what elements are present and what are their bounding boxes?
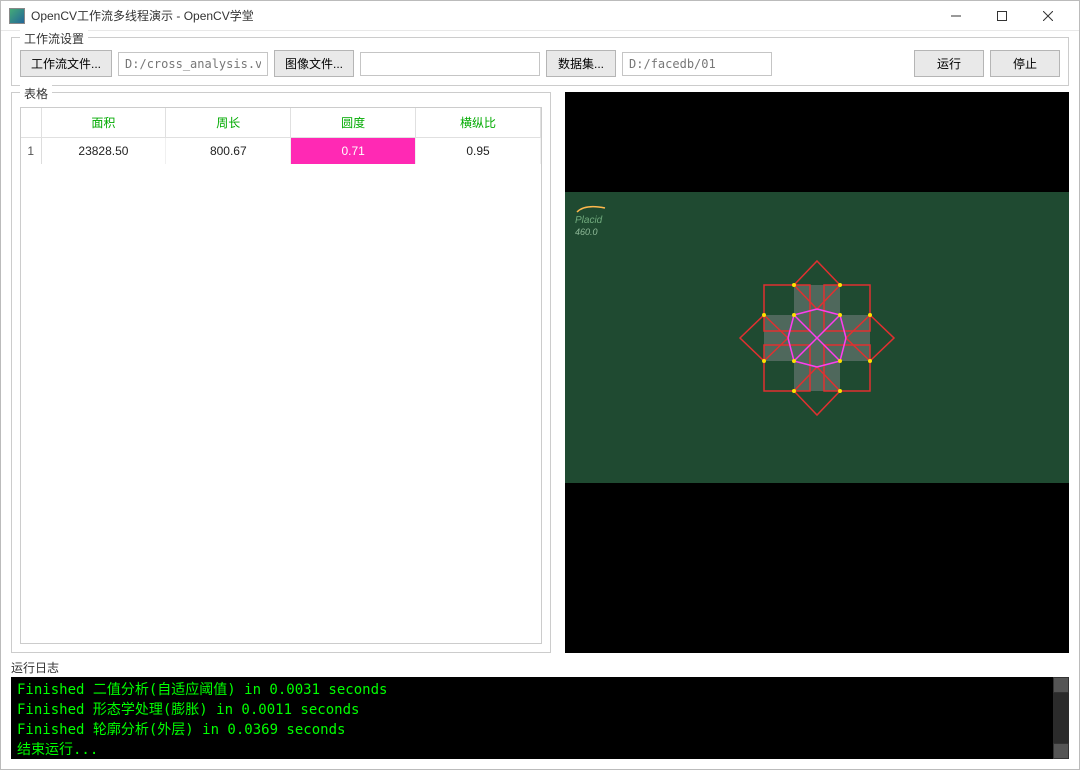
app-window: OpenCV工作流多线程演示 - OpenCV学堂 工作流设置 工作流文件...… [0,0,1080,770]
col-aspect[interactable]: 横纵比 [416,108,541,138]
table-row[interactable]: 123828.50800.670.710.95 [21,138,541,165]
image-canvas: Placid 460.0 [565,192,1069,483]
table-group: 表格 面积 周长 圆度 横纵比 [11,92,551,653]
log-legend: 运行日志 [11,661,59,675]
table-cell: 0.71 [291,138,416,165]
settings-row: 工作流文件... 图像文件... 数据集... 运行 停止 [20,50,1060,77]
watermark-line2: 460.0 [575,227,615,239]
log-line: Finished 二值分析(自适应阈值) in 0.0031 seconds [17,679,1063,699]
workflow-settings-group: 工作流设置 工作流文件... 图像文件... 数据集... 运行 停止 [11,37,1069,86]
log-group: 运行日志 Finished 二值分析(自适应阈值) in 0.0031 seco… [11,659,1069,759]
close-button[interactable] [1025,1,1071,31]
window-title: OpenCV工作流多线程演示 - OpenCV学堂 [31,7,933,24]
maximize-icon [997,11,1007,21]
run-button[interactable]: 运行 [914,50,984,77]
maximize-button[interactable] [979,1,1025,31]
row-index: 1 [21,138,41,165]
image-file-button[interactable]: 图像文件... [274,50,354,77]
dataset-input[interactable] [622,52,772,76]
minimize-button[interactable] [933,1,979,31]
workflow-settings-legend: 工作流设置 [20,30,88,47]
scroll-up-icon[interactable] [1053,677,1069,693]
col-area[interactable]: 面积 [41,108,166,138]
minimize-icon [951,11,961,21]
workflow-file-input[interactable] [118,52,268,76]
col-perimeter[interactable]: 周长 [166,108,291,138]
log-line: Finished 轮廓分析(外层) in 0.0369 seconds [17,719,1063,739]
image-file-input[interactable] [360,52,540,76]
table-cell: 0.95 [416,138,541,165]
watermark-swoosh-icon [575,202,615,214]
log-console[interactable]: Finished 二值分析(自适应阈值) in 0.0031 secondsFi… [11,677,1069,759]
content-area: 工作流设置 工作流文件... 图像文件... 数据集... 运行 停止 表格 [1,31,1079,769]
table-legend: 表格 [20,85,52,102]
titlebar: OpenCV工作流多线程演示 - OpenCV学堂 [1,1,1079,31]
left-pane: 表格 面积 周长 圆度 横纵比 [11,92,551,653]
table-cell: 800.67 [166,138,291,165]
app-icon [9,8,25,24]
stop-button[interactable]: 停止 [990,50,1060,77]
results-table: 面积 周长 圆度 横纵比 123828.50800.670.710.95 [21,108,541,164]
table-corner [21,108,41,138]
image-preview: Placid 460.0 [565,92,1069,653]
results-table-wrap: 面积 周长 圆度 横纵比 123828.50800.670.710.95 [20,107,542,644]
table-cell: 23828.50 [41,138,166,165]
col-circularity[interactable]: 圆度 [291,108,416,138]
log-line: 结束运行... [17,739,1063,759]
scroll-down-icon[interactable] [1053,743,1069,759]
detected-shape-overlay [732,253,902,423]
workflow-file-button[interactable]: 工作流文件... [20,50,112,77]
log-scrollbar[interactable] [1053,677,1069,759]
close-icon [1043,11,1053,21]
main-split: 表格 面积 周长 圆度 横纵比 [11,92,1069,653]
dataset-button[interactable]: 数据集... [546,50,616,77]
watermark: Placid 460.0 [575,202,615,239]
log-line: Finished 形态学处理(膨胀) in 0.0011 seconds [17,699,1063,719]
watermark-line1: Placid [575,214,615,227]
